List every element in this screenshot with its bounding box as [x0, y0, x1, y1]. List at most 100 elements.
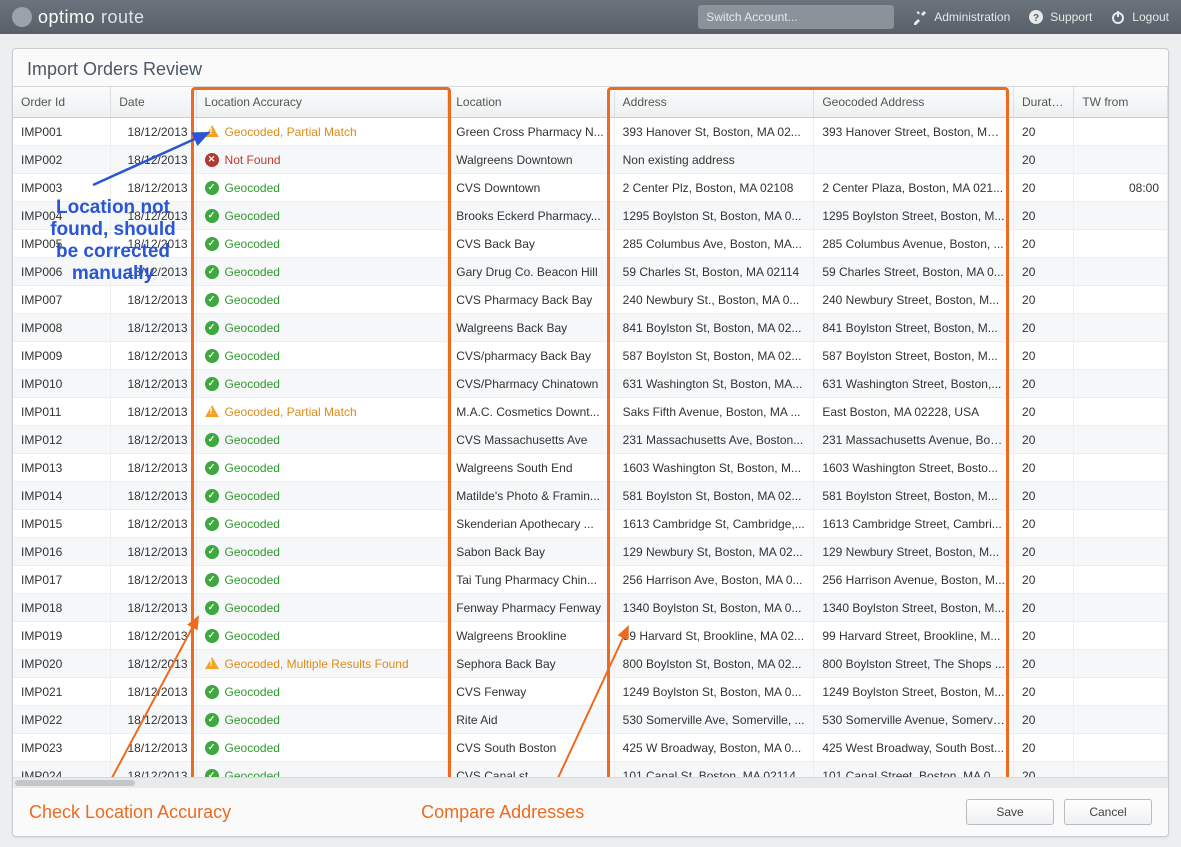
cell-accuracy: ✓Geocoded: [196, 566, 448, 594]
table-row[interactable]: IMP01018/12/2013✓GeocodedCVS/Pharmacy Ch…: [13, 370, 1168, 398]
cell-geocoded: 425 West Broadway, South Bost...: [814, 734, 1014, 762]
horizontal-scrollbar[interactable]: [13, 777, 1168, 788]
cell-address: 101 Canal St, Boston, MA 02114: [614, 762, 814, 778]
check-icon: ✓: [205, 209, 219, 223]
cell-location: CVS/Pharmacy Chinatown: [448, 370, 614, 398]
cell-duration: 20: [1014, 678, 1074, 706]
table-row[interactable]: IMP02218/12/2013✓GeocodedRite Aid530 Som…: [13, 706, 1168, 734]
table-row[interactable]: IMP00418/12/2013✓GeocodedBrooks Eckerd P…: [13, 202, 1168, 230]
warning-icon: [205, 125, 219, 139]
annotation-compare: Compare Addresses: [421, 802, 584, 823]
cell-duration: 20: [1014, 426, 1074, 454]
table-row[interactable]: IMP01218/12/2013✓GeocodedCVS Massachuset…: [13, 426, 1168, 454]
table-row[interactable]: IMP01418/12/2013✓GeocodedMatilde's Photo…: [13, 482, 1168, 510]
accuracy-label: Geocoded, Multiple Results Found: [225, 657, 409, 671]
admin-link[interactable]: Administration: [912, 9, 1010, 25]
table-row[interactable]: IMP00818/12/2013✓GeocodedWalgreens Back …: [13, 314, 1168, 342]
cell-accuracy: ✓Geocoded: [196, 202, 448, 230]
cell-location: Rite Aid: [448, 706, 614, 734]
header-row: Order Id Date Location Accuracy Location…: [13, 87, 1168, 118]
check-icon: ✓: [205, 377, 219, 391]
cell-accuracy: ✓Geocoded: [196, 622, 448, 650]
cell-address: 59 Charles St, Boston, MA 02114: [614, 258, 814, 286]
footer: Check Location Accuracy Compare Addresse…: [13, 788, 1168, 836]
cell-address: 1249 Boylston St, Boston, MA 0...: [614, 678, 814, 706]
table-row[interactable]: IMP00518/12/2013✓GeocodedCVS Back Bay285…: [13, 230, 1168, 258]
cell-duration: 20: [1014, 594, 1074, 622]
cell-order-id: IMP021: [13, 678, 111, 706]
cell-date: 18/12/2013: [111, 706, 196, 734]
cancel-button[interactable]: Cancel: [1064, 799, 1152, 825]
col-geocoded[interactable]: Geocoded Address: [814, 87, 1014, 118]
table-row[interactable]: IMP00218/12/2013✕Not FoundWalgreens Down…: [13, 146, 1168, 174]
cell-order-id: IMP003: [13, 174, 111, 202]
cell-location: CVS South Boston: [448, 734, 614, 762]
col-duration[interactable]: Duration: [1014, 87, 1074, 118]
table-row[interactable]: IMP02118/12/2013✓GeocodedCVS Fenway1249 …: [13, 678, 1168, 706]
cell-duration: 20: [1014, 734, 1074, 762]
table-row[interactable]: IMP02018/12/2013Geocoded, Multiple Resul…: [13, 650, 1168, 678]
cell-geocoded: 393 Hanover Street, Boston, MA...: [814, 118, 1014, 146]
cell-date: 18/12/2013: [111, 426, 196, 454]
table-row[interactable]: IMP00918/12/2013✓GeocodedCVS/pharmacy Ba…: [13, 342, 1168, 370]
import-review-panel: Import Orders Review Order Id Date Locat…: [12, 48, 1169, 837]
table-row[interactable]: IMP01918/12/2013✓GeocodedWalgreens Brook…: [13, 622, 1168, 650]
table-row[interactable]: IMP01718/12/2013✓GeocodedTai Tung Pharma…: [13, 566, 1168, 594]
cell-order-id: IMP009: [13, 342, 111, 370]
table-row[interactable]: IMP01818/12/2013✓GeocodedFenway Pharmacy…: [13, 594, 1168, 622]
table-row[interactable]: IMP01318/12/2013✓GeocodedWalgreens South…: [13, 454, 1168, 482]
table-row[interactable]: IMP00618/12/2013✓GeocodedGary Drug Co. B…: [13, 258, 1168, 286]
table-row[interactable]: IMP00718/12/2013✓GeocodedCVS Pharmacy Ba…: [13, 286, 1168, 314]
cell-accuracy: ✓ Geocoded: [196, 370, 448, 398]
support-label: Support: [1050, 10, 1092, 24]
cell-location: Tai Tung Pharmacy Chin...: [448, 566, 614, 594]
check-icon: ✓: [205, 601, 219, 615]
cell-accuracy: ✓Geocoded: [196, 482, 448, 510]
cell-tw-from: [1074, 370, 1168, 398]
col-date[interactable]: Date: [111, 87, 196, 118]
cell-address: 129 Newbury St, Boston, MA 02...: [614, 538, 814, 566]
check-icon: ✓: [205, 349, 219, 363]
cell-duration: 20: [1014, 398, 1074, 426]
cell-geocoded: 841 Boylston Street, Boston, M...: [814, 314, 1014, 342]
logout-link[interactable]: Logout: [1110, 9, 1169, 25]
cell-address: 1603 Washington St, Boston, M...: [614, 454, 814, 482]
logout-label: Logout: [1132, 10, 1169, 24]
check-icon: ✓: [205, 181, 219, 195]
table-row[interactable]: IMP02318/12/2013✓GeocodedCVS South Bosto…: [13, 734, 1168, 762]
cell-duration: 20: [1014, 650, 1074, 678]
cell-geocoded: 129 Newbury Street, Boston, M...: [814, 538, 1014, 566]
cell-tw-from: [1074, 594, 1168, 622]
switch-account-input[interactable]: [698, 5, 894, 29]
cell-tw-from: [1074, 566, 1168, 594]
table-row[interactable]: IMP00318/12/2013✓GeocodedCVS Downtown2 C…: [13, 174, 1168, 202]
cell-geocoded: 631 Washington Street, Boston,...: [814, 370, 1014, 398]
cell-date: 18/12/2013: [111, 566, 196, 594]
table-row[interactable]: IMP01118/12/2013Geocoded, Partial MatchM…: [13, 398, 1168, 426]
col-location[interactable]: Location: [448, 87, 614, 118]
cell-duration: 20: [1014, 762, 1074, 778]
error-icon: ✕: [205, 153, 219, 167]
col-address[interactable]: Address: [614, 87, 814, 118]
cell-geocoded: 285 Columbus Avenue, Boston, ...: [814, 230, 1014, 258]
col-order-id[interactable]: Order Id: [13, 87, 111, 118]
table-row[interactable]: IMP01618/12/2013✓GeocodedSabon Back Bay1…: [13, 538, 1168, 566]
accuracy-label: Geocoded: [225, 629, 280, 643]
cell-tw-from: [1074, 426, 1168, 454]
save-button[interactable]: Save: [966, 799, 1054, 825]
power-icon: [1110, 9, 1126, 25]
col-tw-from[interactable]: TW from: [1074, 87, 1168, 118]
accuracy-label: Geocoded: [225, 377, 280, 391]
table-row[interactable]: IMP02418/12/2013✓GeocodedCVS Canal st101…: [13, 762, 1168, 778]
check-icon: ✓: [205, 769, 219, 778]
col-accuracy[interactable]: Location Accuracy: [196, 87, 448, 118]
check-icon: ✓: [205, 713, 219, 727]
accuracy-label: Geocoded: [225, 461, 280, 475]
cell-accuracy: ✓Geocoded: [196, 342, 448, 370]
cell-order-id: IMP001: [13, 118, 111, 146]
cell-date: 18/12/2013: [111, 538, 196, 566]
svg-text:?: ?: [1033, 13, 1039, 24]
table-row[interactable]: IMP00118/12/2013Geocoded, Partial MatchG…: [13, 118, 1168, 146]
support-link[interactable]: ? Support: [1028, 9, 1092, 25]
table-row[interactable]: IMP01518/12/2013✓GeocodedSkenderian Apot…: [13, 510, 1168, 538]
